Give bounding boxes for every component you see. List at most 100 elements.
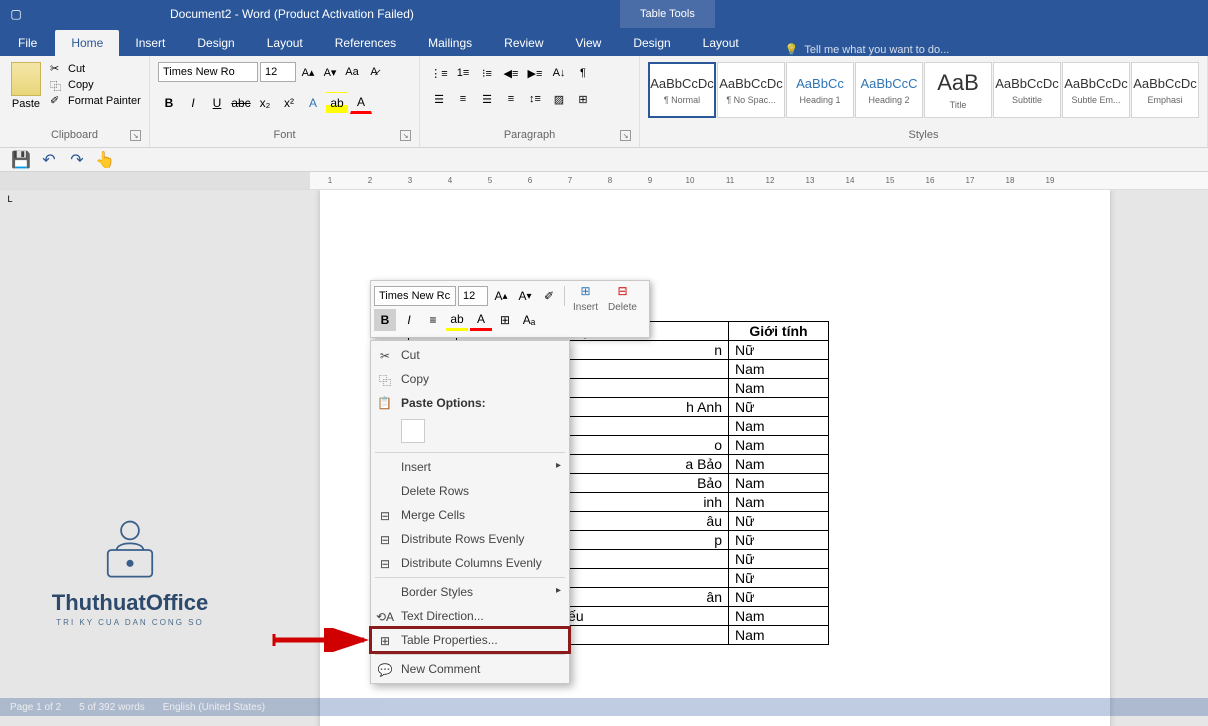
tab-home[interactable]: Home [55,30,119,56]
context-cut[interactable]: ✂Cut [371,343,569,367]
tab-layout[interactable]: Layout [251,30,319,56]
numbering-button[interactable]: 1≡ [452,62,474,84]
status-lang[interactable]: English (United States) [163,702,265,713]
group-paragraph: ⋮≡ 1≡ ⁝≡ ◀≡ ▶≡ A↓ ¶ ☰ ≡ ☰ ≡ ↕≡ ▨ ⊞ Parag… [420,56,640,147]
style-item-0[interactable]: AaBbCcDc¶ Normal [648,62,716,118]
style-item-7[interactable]: AaBbCcDcEmphasi [1131,62,1199,118]
mini-format-painter[interactable]: ✐ [538,285,560,307]
context-copy[interactable]: ⿻Copy [371,367,569,391]
format-painter-button[interactable]: ✐Format Painter [50,94,141,108]
clear-formatting-button[interactable]: A̷ [364,62,384,82]
cut-button[interactable]: ✂Cut [50,62,141,76]
borders-button[interactable]: ⊞ [572,88,594,110]
group-styles: AaBbCcDc¶ NormalAaBbCcDc¶ No Spac...AaBb… [640,56,1208,147]
mini-font-color[interactable]: A [470,309,492,331]
context-table-properties[interactable]: ⊞Table Properties... [371,628,569,652]
horizontal-ruler[interactable]: 12345678910111213141516171819 [0,172,1208,190]
tab-mailings[interactable]: Mailings [412,30,488,56]
grow-font-button[interactable]: A▴ [298,62,318,82]
context-border-styles[interactable]: Border Styles [371,580,569,604]
mini-font-name[interactable] [374,286,456,306]
tell-me-search[interactable]: 💡 Tell me what you want to do... [785,43,950,56]
status-words[interactable]: 5 of 392 words [79,702,145,713]
mini-shrink-font[interactable]: A▾ [514,285,536,307]
context-distribute-rows[interactable]: ⊟Distribute Rows Evenly [371,527,569,551]
tab-references[interactable]: References [319,30,412,56]
show-marks-button[interactable]: ¶ [572,62,594,84]
context-insert[interactable]: Insert [371,455,569,479]
context-menu: ✂Cut ⿻Copy 📋Paste Options: Insert Delete… [370,340,570,684]
strikethrough-button[interactable]: abc [230,92,252,114]
underline-button[interactable]: U [206,92,228,114]
distribute-cols-icon: ⊟ [377,556,393,572]
ribbon-tabs: File Home Insert Design Layout Reference… [0,28,1208,56]
style-item-1[interactable]: AaBbCcDc¶ No Spac... [717,62,785,118]
redo-button[interactable]: ↷ [68,151,86,169]
shrink-font-button[interactable]: A▾ [320,62,340,82]
bullets-button[interactable]: ⋮≡ [428,62,450,84]
align-right-button[interactable]: ☰ [476,88,498,110]
mini-grow-font[interactable]: A▴ [490,285,512,307]
font-name-combo[interactable] [158,62,258,82]
sort-button[interactable]: A↓ [548,62,570,84]
font-launcher[interactable]: ↘ [400,130,411,141]
mini-borders[interactable]: ⊞ [494,309,516,331]
mini-insert-button[interactable]: ⊞ [575,280,597,302]
line-spacing-button[interactable]: ↕≡ [524,88,546,110]
tab-file[interactable]: File [0,30,55,56]
align-left-button[interactable]: ☰ [428,88,450,110]
tab-view[interactable]: View [560,30,618,56]
superscript-button[interactable]: x² [278,92,300,114]
tab-tabletools-layout[interactable]: Layout [687,30,755,56]
margin-tab: L [0,190,20,726]
clipboard-launcher[interactable]: ↘ [130,130,141,141]
context-merge-cells[interactable]: ⊟Merge Cells [371,503,569,527]
change-case-button[interactable]: Aa [342,62,362,82]
touch-mode-button[interactable]: 👆 [96,151,114,169]
style-gallery[interactable]: AaBbCcDc¶ NormalAaBbCcDc¶ No Spac...AaBb… [648,62,1199,118]
paste-keep-source[interactable] [401,419,425,443]
style-item-6[interactable]: AaBbCcDcSubtle Em... [1062,62,1130,118]
text-effects-button[interactable]: A [302,92,324,114]
group-label-clipboard: Clipboard↘ [8,129,141,143]
mini-italic[interactable]: I [398,309,420,331]
context-text-direction[interactable]: ⟲AText Direction... [371,604,569,628]
shading-button[interactable]: ▨ [548,88,570,110]
increase-indent-button[interactable]: ▶≡ [524,62,546,84]
mini-bold[interactable]: B [374,309,396,331]
tab-design[interactable]: Design [181,30,250,56]
font-size-combo[interactable] [260,62,296,82]
context-distribute-cols[interactable]: ⊟Distribute Columns Evenly [371,551,569,575]
paragraph-launcher[interactable]: ↘ [620,130,631,141]
undo-button[interactable]: ↶ [40,151,58,169]
tab-review[interactable]: Review [488,30,559,56]
style-item-2[interactable]: AaBbCcHeading 1 [786,62,854,118]
tab-tabletools-design[interactable]: Design [617,30,686,56]
copy-button[interactable]: ⿻Copy [50,78,141,92]
mini-styles[interactable]: Aₐ [518,309,540,331]
mini-highlight[interactable]: ab [446,309,468,331]
mini-font-size[interactable] [458,286,488,306]
mini-delete-button[interactable]: ⊟ [611,280,633,302]
highlight-button[interactable]: ab [326,92,348,114]
align-center-button[interactable]: ≡ [452,88,474,110]
justify-button[interactable]: ≡ [500,88,522,110]
decrease-indent-button[interactable]: ◀≡ [500,62,522,84]
mini-align[interactable]: ≡ [422,309,444,331]
tab-insert[interactable]: Insert [119,30,181,56]
style-item-4[interactable]: AaBTitle [924,62,992,118]
context-delete-rows[interactable]: Delete Rows [371,479,569,503]
status-page[interactable]: Page 1 of 2 [10,702,61,713]
bold-button[interactable]: B [158,92,180,114]
multilevel-button[interactable]: ⁝≡ [476,62,498,84]
paste-button[interactable]: Paste [8,62,44,110]
italic-button[interactable]: I [182,92,204,114]
subscript-button[interactable]: x₂ [254,92,276,114]
group-label-font: Font↘ [158,129,411,143]
save-button[interactable]: 💾 [12,151,30,169]
style-item-5[interactable]: AaBbCcDcSubtitle [993,62,1061,118]
font-color-button[interactable]: A [350,92,372,114]
document-area[interactable]: … TRUNG THU 2024 STT Họ tên Giới tính nN… [20,190,1208,726]
style-item-3[interactable]: AaBbCcCHeading 2 [855,62,923,118]
context-new-comment[interactable]: 💬New Comment [371,657,569,681]
